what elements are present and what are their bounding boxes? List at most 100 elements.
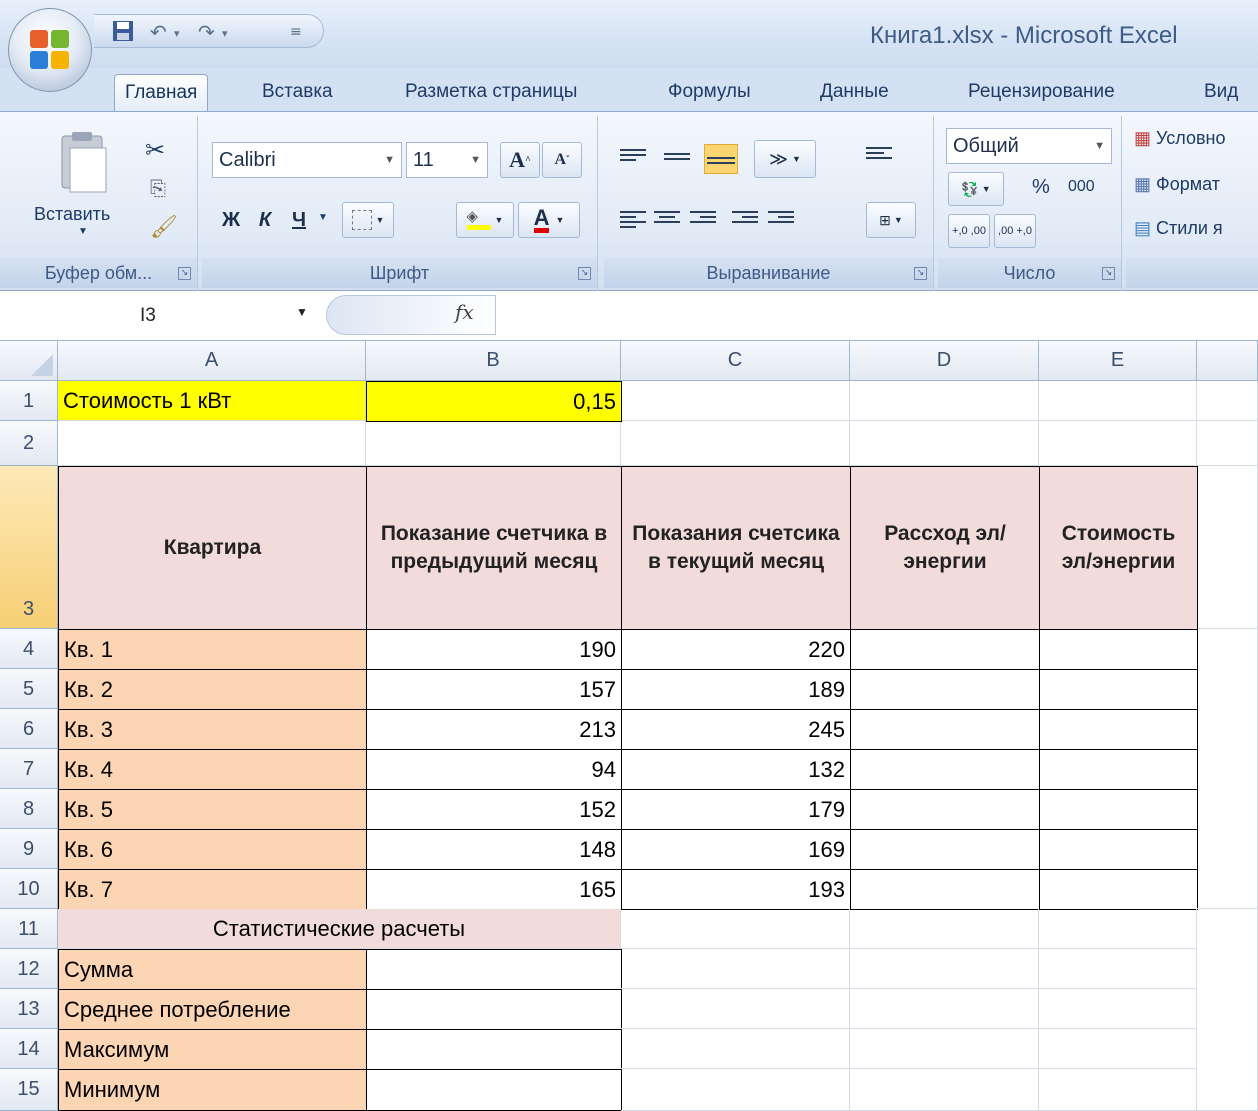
cell-d15[interactable] <box>850 1069 1039 1111</box>
font-size-combo[interactable]: 11 ▼ <box>406 142 488 178</box>
row-header-10[interactable]: 10 <box>0 869 58 909</box>
cell-prev[interactable]: 213 <box>366 709 622 750</box>
cell-cost[interactable] <box>1039 709 1198 750</box>
cell-cost[interactable] <box>1039 869 1198 910</box>
increase-indent-icon[interactable] <box>768 208 794 230</box>
insert-function-icon[interactable]: fx <box>455 300 474 324</box>
row-header-2[interactable]: 2 <box>0 421 58 466</box>
tab-data[interactable]: Данные <box>820 74 889 112</box>
cell-f2[interactable] <box>1197 421 1258 466</box>
cell-a2[interactable] <box>58 421 366 466</box>
cell-apt[interactable]: Кв. 7 <box>58 869 367 910</box>
row-header-12[interactable]: 12 <box>0 949 58 989</box>
row-header-15[interactable]: 15 <box>0 1069 58 1111</box>
cell-c3-header[interactable]: Показания счетсика в текущий месяц <box>621 466 851 630</box>
cell-f1[interactable] <box>1197 381 1258 421</box>
cell-stat-max[interactable]: Максимум <box>58 1029 367 1070</box>
cell-e2[interactable] <box>1039 421 1197 466</box>
cell-c14[interactable] <box>621 1029 850 1069</box>
conditional-formatting-button[interactable]: ▦ Условно <box>1134 128 1226 149</box>
cell-prev[interactable]: 94 <box>366 749 622 790</box>
font-color-button[interactable]: A ▼ <box>518 202 580 238</box>
cell-cost[interactable] <box>1039 749 1198 790</box>
align-center-icon[interactable] <box>654 208 680 230</box>
cell-d14[interactable] <box>850 1029 1039 1069</box>
tab-formulas[interactable]: Формулы <box>668 74 751 112</box>
tab-insert[interactable]: Вставка <box>262 74 333 112</box>
font-size-dropdown-icon[interactable]: ▼ <box>470 143 481 177</box>
formula-input[interactable] <box>495 295 1258 335</box>
customize-qat-icon[interactable]: ≡ <box>290 24 302 40</box>
cell-apt[interactable]: Кв. 4 <box>58 749 367 790</box>
alignment-launcher-icon[interactable]: ↘ <box>914 267 927 280</box>
cell-styles-button[interactable]: ▤ Стили я <box>1134 218 1223 239</box>
cell-cost[interactable] <box>1039 789 1198 830</box>
cell-cost[interactable] <box>1039 669 1198 710</box>
borders-button[interactable]: ▼ <box>342 202 394 238</box>
cell-consumption[interactable] <box>850 629 1040 670</box>
cell-prev[interactable]: 148 <box>366 829 622 870</box>
cell-prev[interactable]: 190 <box>366 629 622 670</box>
grow-font-button[interactable]: A ^ <box>500 142 540 178</box>
font-launcher-icon[interactable]: ↘ <box>578 267 591 280</box>
column-header-f[interactable] <box>1197 341 1258 381</box>
column-header-b[interactable]: B <box>366 341 621 381</box>
row-header-1[interactable]: 1 <box>0 381 58 421</box>
cell-curr[interactable]: 169 <box>621 829 851 870</box>
cell-prev[interactable]: 157 <box>366 669 622 710</box>
number-format-dropdown-icon[interactable]: ▼ <box>1094 129 1105 163</box>
row-header-3[interactable]: 3 <box>0 466 58 629</box>
bold-button[interactable]: Ж <box>216 202 246 238</box>
cell-stat-min[interactable]: Минимум <box>58 1069 367 1111</box>
cell-b2[interactable] <box>366 421 621 466</box>
row-header-14[interactable]: 14 <box>0 1029 58 1069</box>
paste-icon[interactable] <box>56 130 110 196</box>
cell-c11[interactable] <box>621 909 850 949</box>
orientation-button[interactable]: ≫ ▼ <box>754 140 816 178</box>
cell-d1[interactable] <box>850 381 1039 421</box>
cell-stat-max-value[interactable] <box>366 1029 622 1070</box>
row-header-7[interactable]: 7 <box>0 749 58 789</box>
cell-e1[interactable] <box>1039 381 1197 421</box>
cell-d13[interactable] <box>850 989 1039 1029</box>
merge-center-button[interactable]: ⊞ ▼ <box>866 202 916 238</box>
shrink-font-button[interactable]: Aˇ <box>542 142 582 178</box>
row-header-5[interactable]: 5 <box>0 669 58 709</box>
clipboard-launcher-icon[interactable]: ↘ <box>178 267 191 280</box>
save-icon[interactable] <box>112 20 134 47</box>
column-header-d[interactable]: D <box>850 341 1039 381</box>
cell-a1[interactable]: Стоимость 1 кВт <box>58 381 366 421</box>
align-right-icon[interactable] <box>690 208 716 230</box>
increase-decimal-button[interactable]: +,0 ,00 <box>948 214 990 248</box>
cell-apt[interactable]: Кв. 6 <box>58 829 367 870</box>
cell-curr[interactable]: 189 <box>621 669 851 710</box>
cell-prev[interactable]: 152 <box>366 789 622 830</box>
paste-dropdown-icon[interactable]: ▼ <box>78 226 88 237</box>
column-header-a[interactable]: A <box>58 341 366 381</box>
name-box-dropdown-icon[interactable]: ▼ <box>296 305 308 319</box>
cell-consumption[interactable] <box>850 709 1040 750</box>
row-header-8[interactable]: 8 <box>0 789 58 829</box>
cell-e15[interactable] <box>1039 1069 1197 1111</box>
align-middle-icon[interactable] <box>664 150 690 172</box>
cell-stat-sum[interactable]: Сумма <box>58 949 367 990</box>
cell-d2[interactable] <box>850 421 1039 466</box>
copy-icon[interactable]: ⎘ <box>150 178 166 201</box>
cell-e3-header[interactable]: Стоимость эл/энергии <box>1039 466 1198 630</box>
cell-f4-f10[interactable] <box>1197 629 1258 909</box>
cell-cost[interactable] <box>1039 629 1198 670</box>
align-bottom-icon[interactable] <box>704 144 738 174</box>
italic-button[interactable]: К <box>250 202 280 238</box>
row-header-4[interactable]: 4 <box>0 629 58 669</box>
cell-consumption[interactable] <box>850 869 1040 910</box>
cell-apt[interactable]: Кв. 5 <box>58 789 367 830</box>
tab-home[interactable]: Главная <box>114 74 209 112</box>
cut-icon[interactable]: ✂ <box>145 136 165 165</box>
cell-consumption[interactable] <box>850 829 1040 870</box>
tab-review[interactable]: Рецензирование <box>968 74 1115 112</box>
cell-stat-min-value[interactable] <box>366 1069 622 1111</box>
cell-curr[interactable]: 220 <box>621 629 851 670</box>
cell-curr[interactable]: 245 <box>621 709 851 750</box>
cell-e11[interactable] <box>1039 909 1197 949</box>
format-as-table-button[interactable]: ▦ Формат <box>1134 174 1220 195</box>
